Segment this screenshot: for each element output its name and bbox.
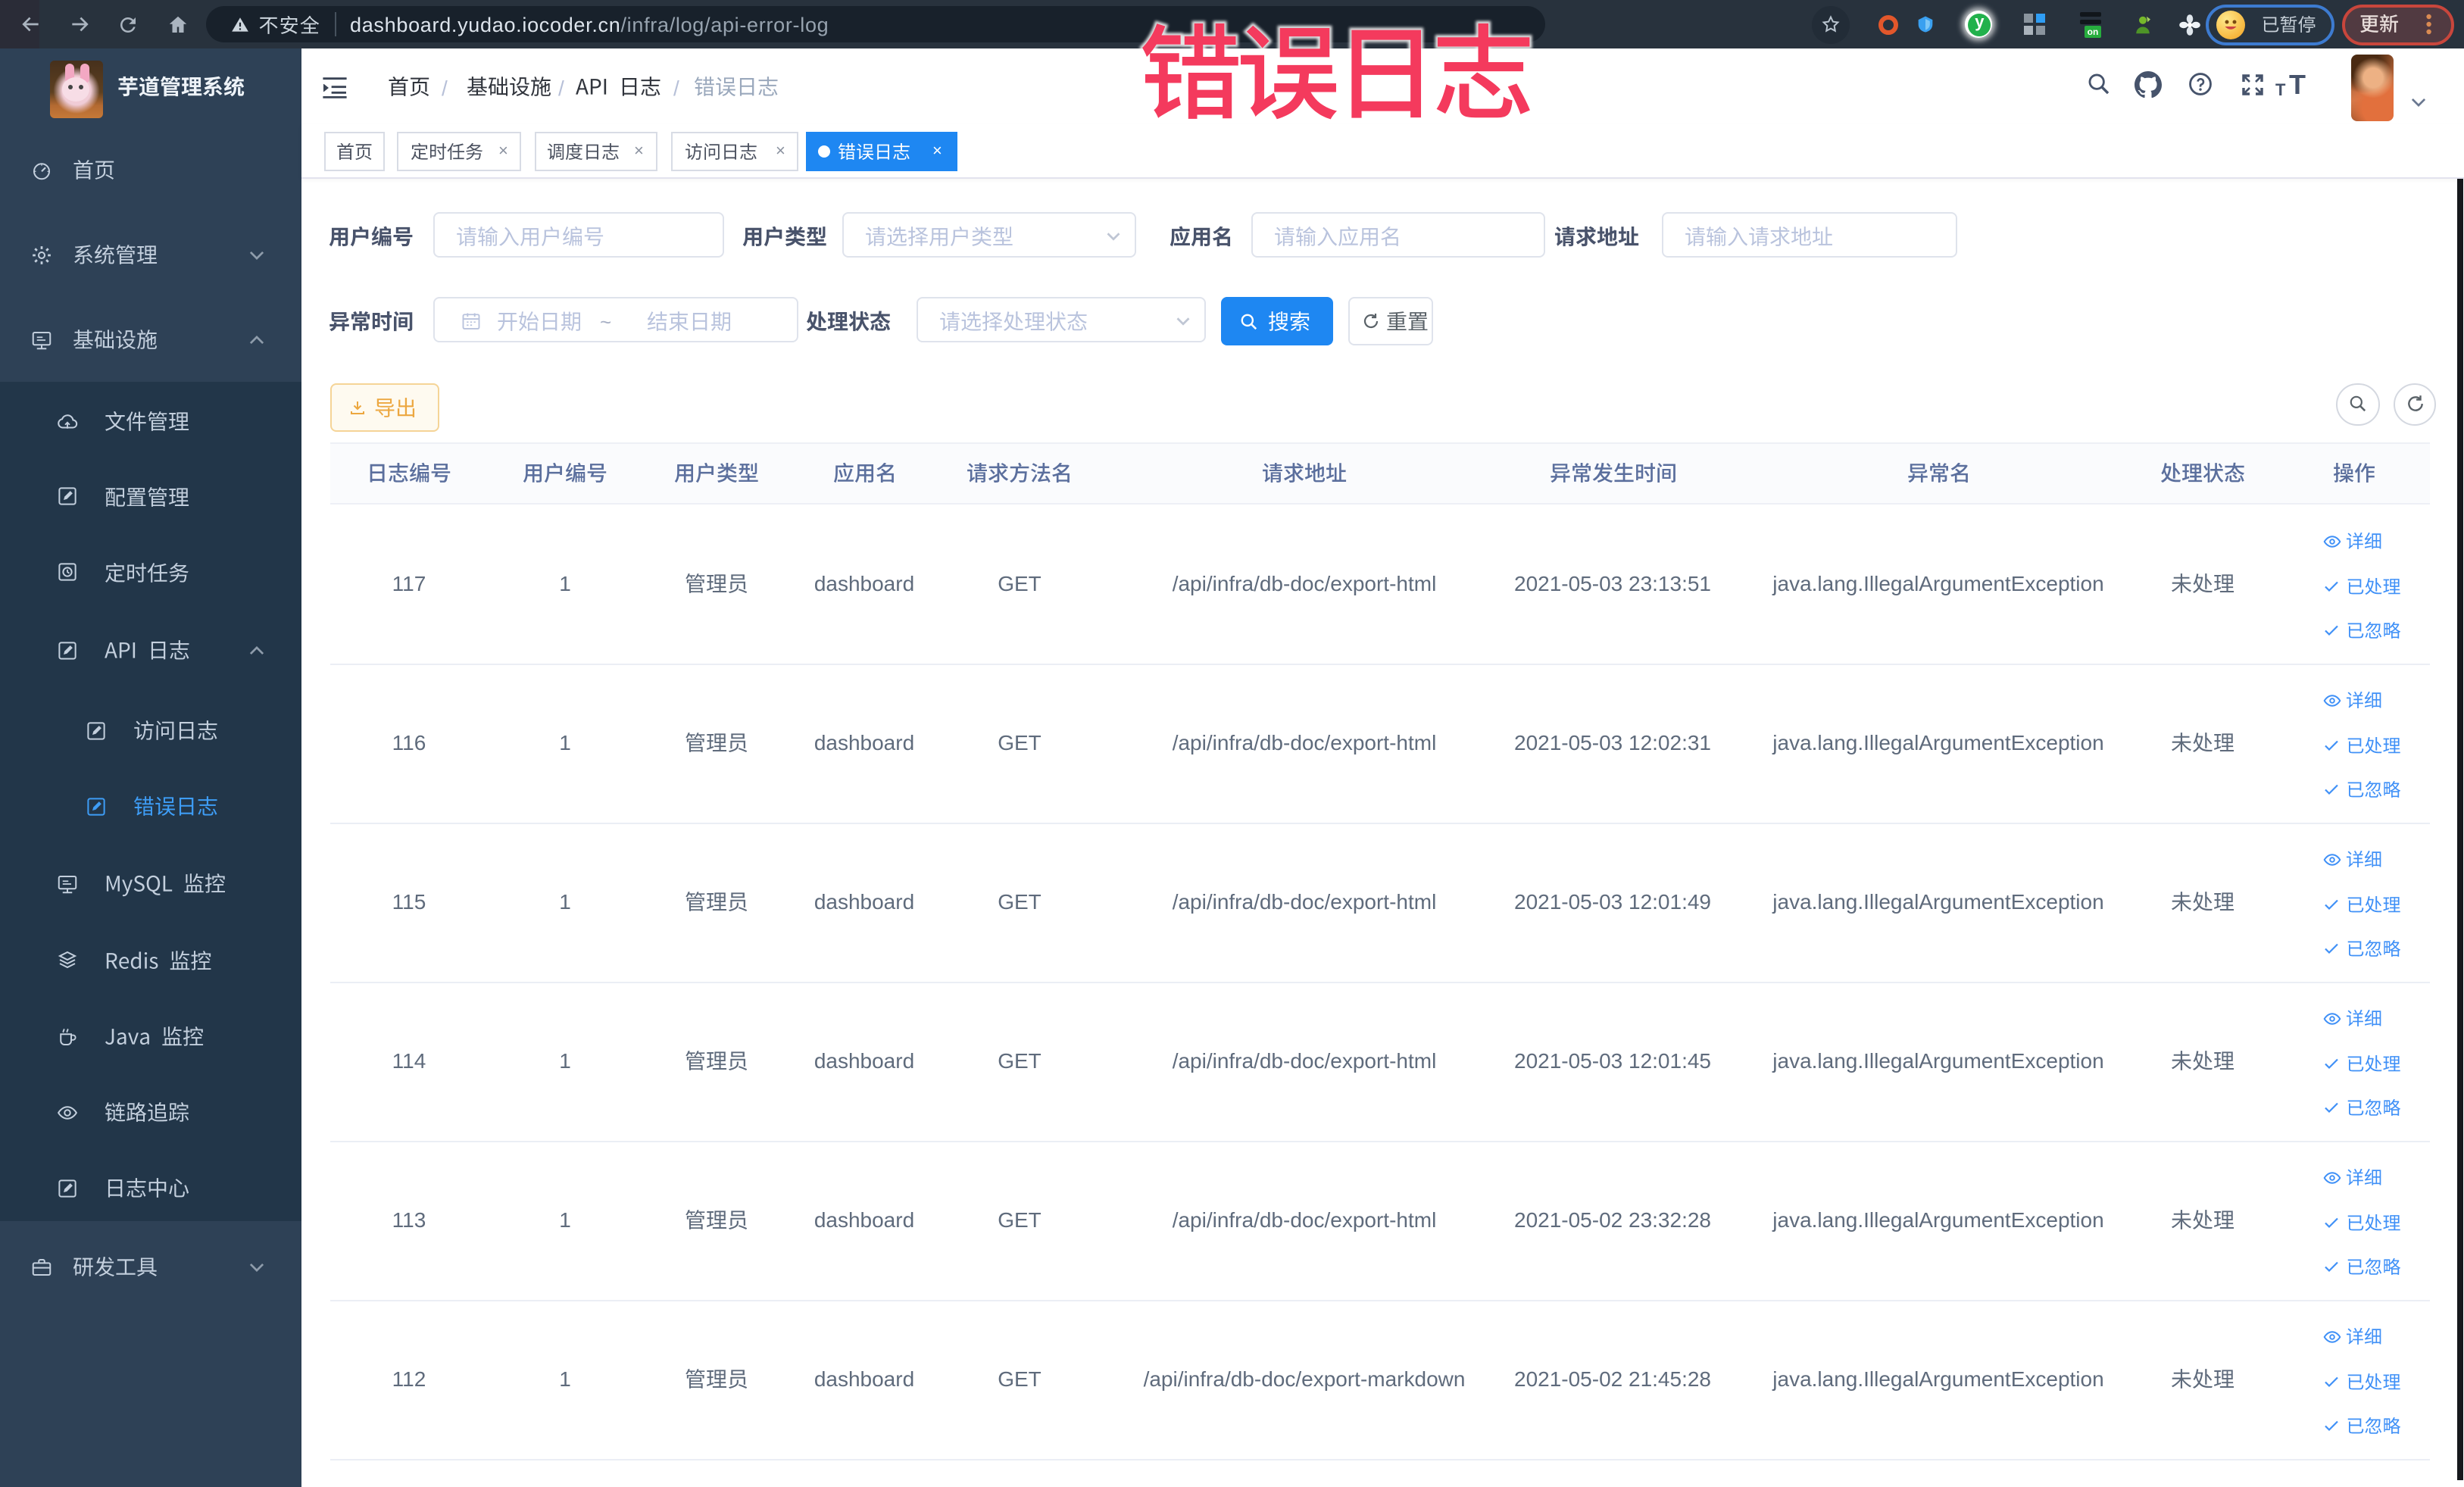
svg-text:on: on	[2088, 27, 2099, 37]
